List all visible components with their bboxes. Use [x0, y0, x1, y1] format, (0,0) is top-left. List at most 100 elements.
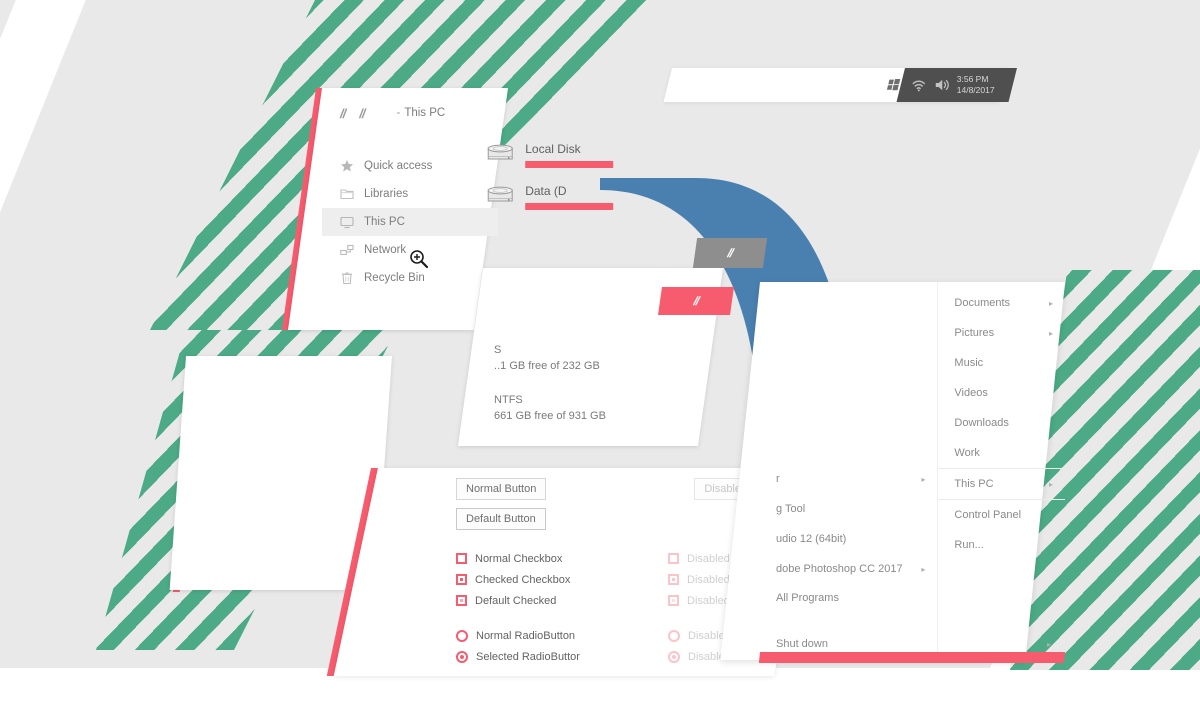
- network-icon: [340, 244, 354, 256]
- checkbox-default-checked[interactable]: [456, 595, 467, 606]
- explorer-titlebar: // // - This PC: [322, 88, 508, 138]
- sidebar-item-this-pc[interactable]: This PC: [322, 208, 498, 236]
- start-menu-item-downloads[interactable]: Downloads: [938, 408, 1065, 438]
- clock-time: 3:56 PM: [956, 74, 989, 84]
- all-programs-button[interactable]: All Programs: [760, 584, 937, 604]
- hard-drive-icon: [487, 186, 513, 202]
- hard-drive-icon: [487, 144, 513, 160]
- start-menu-item-label: Downloads: [954, 417, 1009, 429]
- explorer-breadcrumb: - This PC: [396, 107, 445, 119]
- tab-glyph-icon: //: [726, 246, 734, 260]
- taskbar-clock[interactable]: 3:56 PM 14/8/2017: [957, 74, 995, 96]
- sidebar-item-label: Quick access: [364, 160, 433, 172]
- start-menu-item-pictures[interactable]: Pictures ▸: [938, 318, 1065, 348]
- drive-filesystem: NTFS: [494, 394, 523, 406]
- start-menu-item-label: dobe Photoshop CC 2017: [776, 563, 903, 575]
- start-menu-item-label: Videos: [954, 387, 988, 399]
- sidebar-item-label: Libraries: [364, 188, 409, 200]
- start-menu-item-label: Music: [954, 357, 984, 369]
- start-menu-item-label: Documents: [954, 297, 1011, 309]
- drive-item[interactable]: Data (D: [485, 184, 635, 210]
- radio-row[interactable]: Normal RadioButton: [456, 625, 606, 646]
- radio-selected[interactable]: [456, 650, 468, 663]
- start-menu-item-label: r: [776, 473, 780, 485]
- wifi-icon[interactable]: [911, 77, 927, 93]
- default-button[interactable]: Default Button: [456, 508, 546, 530]
- start-menu-bottom-bar: [758, 652, 1065, 663]
- radio-label: Normal RadioButton: [476, 629, 576, 642]
- clock-date: 14/8/2017: [956, 85, 995, 95]
- start-menu-item-label: Control Panel: [954, 509, 1022, 521]
- checkbox-checked[interactable]: [456, 574, 467, 585]
- start-menu-item[interactable]: udio 12 (64bit): [760, 524, 937, 554]
- start-menu-item-label: udio 12 (64bit): [776, 533, 847, 545]
- shutdown-label: Shut down: [776, 638, 828, 650]
- checkbox-label: Checked Checkbox: [475, 573, 571, 586]
- window-tab-gray[interactable]: //: [692, 238, 768, 268]
- chevron-right-icon: ▸: [921, 564, 926, 574]
- start-menu-places-column: Documents ▸ Pictures ▸ Music Videos Down: [937, 282, 1065, 660]
- start-menu-programs-column: r ▸ g Tool udio 12 (64bit) dobe Photosho…: [760, 282, 937, 660]
- drive-capacity: ..1 GB free of 232 GB: [494, 360, 600, 372]
- zoom-in-cursor-icon: [410, 250, 429, 269]
- chevron-right-icon: ▸: [1048, 298, 1053, 308]
- checkbox-row[interactable]: Normal Checkbox: [456, 548, 606, 569]
- sidebar-item-quick-access[interactable]: Quick access: [322, 152, 498, 180]
- start-menu-item[interactable]: r ▸: [760, 464, 937, 494]
- checkbox-row[interactable]: Checked Checkbox: [456, 569, 606, 590]
- volume-icon[interactable]: [934, 77, 950, 93]
- start-menu-item[interactable]: dobe Photoshop CC 2017 ▸: [760, 554, 937, 584]
- chevron-right-icon: ▸: [1048, 479, 1053, 489]
- start-menu: r ▸ g Tool udio 12 (64bit) dobe Photosho…: [720, 282, 1065, 660]
- start-menu-item-label: This PC: [954, 478, 994, 490]
- chevron-right-icon: ▸: [1046, 639, 1051, 649]
- start-menu-item-label: g Tool: [776, 503, 806, 515]
- folder-icon: [340, 189, 354, 200]
- start-menu-item-music[interactable]: Music: [938, 348, 1065, 378]
- chevron-right-icon: ▸: [1048, 328, 1053, 338]
- checkbox-disabled: [668, 553, 679, 564]
- checkbox-label: Normal Checkbox: [475, 552, 563, 565]
- window-tab-pink[interactable]: //: [658, 287, 734, 315]
- page-title: This PC: [404, 107, 446, 119]
- start-menu-item-work[interactable]: Work: [938, 438, 1065, 468]
- drive-filesystem: S: [494, 344, 502, 356]
- radio-normal[interactable]: [456, 629, 468, 642]
- desktop-canvas: 3:56 PM 14/8/2017 // // - This PC Quick a…: [0, 0, 1200, 718]
- radio-disabled: [668, 629, 680, 642]
- drive-label: Data (D: [525, 184, 567, 198]
- sidebar-item-label: Network: [364, 244, 407, 256]
- star-icon: [341, 160, 353, 172]
- sidebar-item-label: Recycle Bin: [364, 272, 425, 284]
- start-menu-item-label: Pictures: [954, 327, 995, 339]
- start-menu-item-control-panel[interactable]: Control Panel: [938, 500, 1065, 530]
- system-tray[interactable]: 3:56 PM 14/8/2017: [896, 68, 1017, 102]
- monitor-icon: [340, 216, 354, 229]
- drive-label: Local Disk: [525, 142, 581, 156]
- radio-row[interactable]: Selected RadioButtor: [456, 646, 606, 667]
- checkbox-normal[interactable]: [456, 553, 467, 564]
- radio-disabled-selected: [668, 650, 680, 663]
- chevron-right-icon: ▸: [921, 474, 926, 484]
- radio-label: Selected RadioButtor: [476, 650, 580, 663]
- explorer-drive-list: Local Disk Data (D: [477, 142, 640, 232]
- forward-chevron-icon[interactable]: //: [359, 106, 364, 121]
- tab-glyph-icon: //: [692, 294, 700, 308]
- start-menu-item-run[interactable]: Run...: [938, 530, 1065, 560]
- drive-item[interactable]: Local Disk: [485, 142, 635, 168]
- sidebar-item-libraries[interactable]: Libraries: [322, 180, 498, 208]
- trash-icon: [342, 272, 352, 285]
- start-menu-item-videos[interactable]: Videos: [938, 378, 1065, 408]
- normal-button[interactable]: Normal Button: [456, 478, 547, 500]
- checkbox-row[interactable]: Default Checked: [456, 590, 606, 611]
- shutdown-button[interactable]: Shut down ▸: [760, 638, 1065, 650]
- drive-usage-bar: [525, 161, 614, 168]
- sidebar-item-label: This PC: [364, 216, 405, 228]
- start-menu-item-documents[interactable]: Documents ▸: [938, 288, 1065, 318]
- start-menu-item[interactable]: g Tool: [760, 494, 937, 524]
- start-menu-item-this-pc[interactable]: This PC ▸: [938, 468, 1065, 500]
- checkbox-label: Default Checked: [475, 594, 557, 607]
- drive-capacity: 661 GB free of 931 GB: [494, 410, 606, 422]
- back-chevron-icon[interactable]: //: [340, 106, 345, 121]
- breadcrumb-dash: -: [396, 107, 401, 119]
